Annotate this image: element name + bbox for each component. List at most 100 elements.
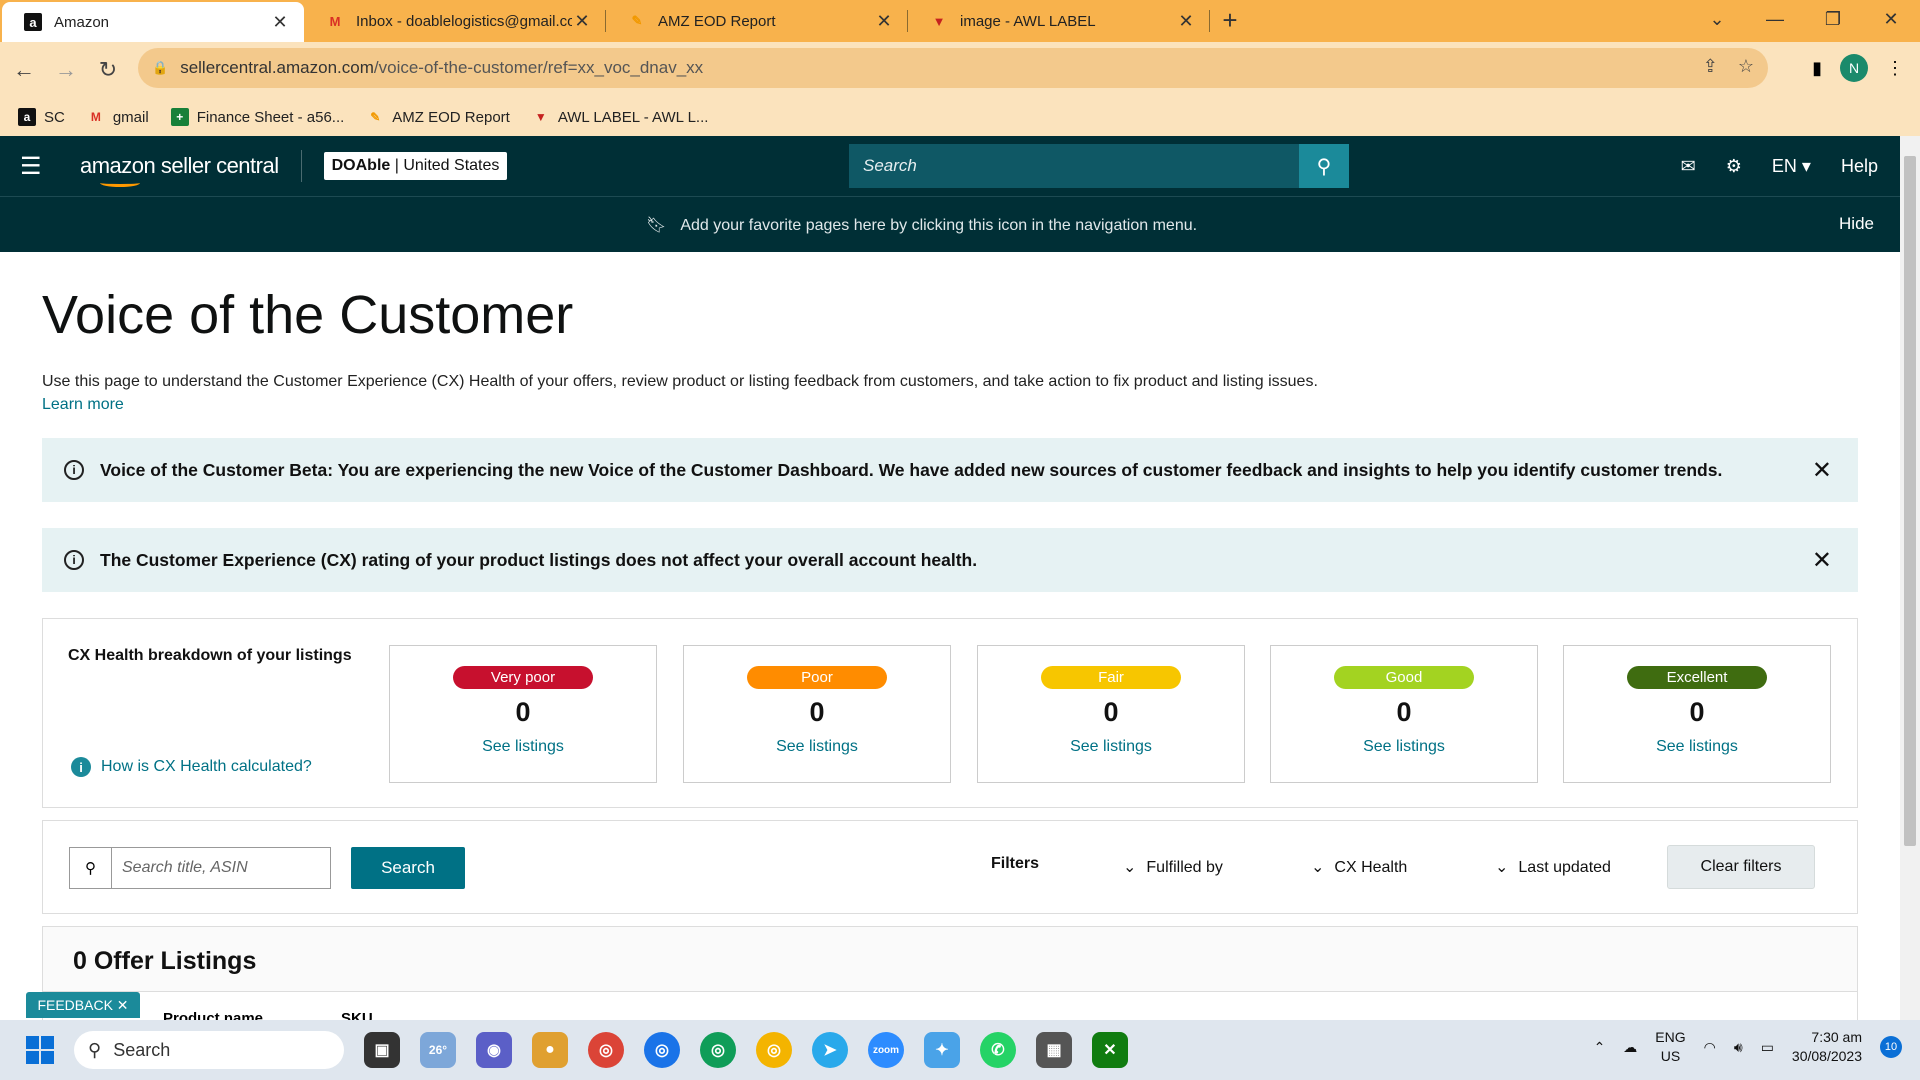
tab-search-icon[interactable]: ⌄ xyxy=(1688,0,1746,40)
weather-icon[interactable]: 26° xyxy=(420,1032,456,1068)
hamburger-menu-icon[interactable]: ☰ xyxy=(20,152,50,181)
window-close-icon[interactable]: ✕ xyxy=(1862,0,1920,40)
clear-filters-button[interactable]: Clear filters xyxy=(1667,845,1815,889)
clock[interactable]: 7:30 am 30/08/2023 xyxy=(1792,1028,1862,1066)
chrome-icon[interactable]: ◎ xyxy=(756,1032,792,1068)
wifi-icon[interactable]: ◠ xyxy=(1704,1039,1716,1056)
bookmark-gmail[interactable]: Mgmail xyxy=(87,108,149,126)
tab-awl-label[interactable]: ▼ image - AWL LABEL ✕ xyxy=(908,0,1210,42)
chrome-icon[interactable]: ◎ xyxy=(700,1032,736,1068)
close-tab-icon[interactable]: ✕ xyxy=(874,11,894,32)
url-bar[interactable]: 🔒 sellercentral.amazon.com/voice-of-the-… xyxy=(138,48,1768,88)
last-updated-dropdown[interactable]: ⌄ Last updated xyxy=(1495,857,1611,877)
store-switcher[interactable]: DOAble | United States xyxy=(323,152,508,180)
close-icon[interactable]: ✕ xyxy=(1812,546,1832,575)
main-content: Voice of the Customer Use this page to u… xyxy=(0,252,1900,1020)
bookmark-amz-eod[interactable]: ✎ AMZ EOD Report xyxy=(366,108,510,126)
windows-start-icon[interactable] xyxy=(26,1036,54,1064)
restore-icon[interactable]: ❐ xyxy=(1804,0,1862,40)
awl-icon: ▼ xyxy=(534,110,547,124)
share-icon[interactable]: ⇪ xyxy=(1703,56,1718,77)
lock-icon[interactable]: 🔒 xyxy=(152,60,168,76)
close-tab-icon[interactable]: ✕ xyxy=(1176,11,1196,32)
bookmark-label: AWL LABEL - AWL L... xyxy=(557,108,709,126)
minimize-icon[interactable]: — xyxy=(1746,0,1804,40)
chrome-icon[interactable]: ◎ xyxy=(588,1032,624,1068)
cx-count: 0 xyxy=(809,697,825,727)
gear-icon[interactable]: ⚙ xyxy=(1726,156,1742,177)
profile-avatar[interactable]: N xyxy=(1840,54,1868,82)
feedback-button[interactable]: FEEDBACK ✕ xyxy=(26,992,140,1018)
seller-central-logo[interactable]: amazon seller central xyxy=(80,153,279,187)
forward-icon[interactable]: → xyxy=(48,57,84,83)
taskbar-search[interactable]: ⚲ Search xyxy=(74,1031,344,1069)
teams-icon[interactable]: ◉ xyxy=(476,1032,512,1068)
cx-health-help-link[interactable]: i How is CX Health calculated? xyxy=(71,757,312,777)
search-input[interactable]: Search title, ASIN xyxy=(112,848,248,888)
back-icon[interactable]: ← xyxy=(6,57,42,83)
volume-icon[interactable]: 🔊︎ xyxy=(1734,1039,1743,1056)
col-product-name[interactable]: Product name xyxy=(163,1010,263,1020)
hide-favorites-button[interactable]: Hide xyxy=(1839,214,1874,234)
whatsapp-icon[interactable]: ✆ xyxy=(980,1032,1016,1068)
chevron-down-icon: ⌄ xyxy=(1123,859,1137,876)
time: 7:30 am xyxy=(1811,1029,1862,1045)
battery-icon[interactable]: ▭ xyxy=(1761,1039,1774,1056)
cx-health-breakdown: CX Health breakdown of your listings i Ho… xyxy=(42,618,1858,808)
cx-card-very-poor: Very poor 0 See listings xyxy=(389,645,657,783)
task-view-icon[interactable]: ▣ xyxy=(364,1032,400,1068)
cx-health-title: CX Health breakdown of your listings xyxy=(68,647,352,664)
fulfilled-by-dropdown[interactable]: ⌄ Fulfilled by xyxy=(1123,857,1223,877)
bookmark-star-icon[interactable]: ☆ xyxy=(1738,56,1754,77)
help-link[interactable]: Help xyxy=(1841,156,1878,177)
tab-title: Amazon xyxy=(54,13,110,31)
header-search-button[interactable]: ⚲ xyxy=(1299,144,1349,188)
info-icon: i xyxy=(64,460,84,480)
search-button[interactable]: Search xyxy=(351,847,465,889)
cloud-icon[interactable]: ☁ xyxy=(1623,1039,1637,1056)
cx-count: 0 xyxy=(1689,697,1705,727)
cx-health-dropdown[interactable]: ⌄ CX Health xyxy=(1311,857,1407,877)
app-icon[interactable]: ✦ xyxy=(924,1032,960,1068)
favorites-bar: 🔖︎ Add your favorite pages here by clicki… xyxy=(0,196,1900,252)
mail-icon[interactable]: ✉ xyxy=(1681,156,1696,177)
calculator-icon[interactable]: ▦ xyxy=(1036,1032,1072,1068)
tab-amazon[interactable]: a Amazon ✕ xyxy=(2,2,304,42)
tab-amz-eod-report[interactable]: ✎ AMZ EOD Report ✕ xyxy=(606,0,908,42)
reload-icon[interactable]: ↻ xyxy=(90,57,126,83)
intro-text: Use this page to understand the Customer… xyxy=(42,373,1318,390)
bookmarks-bar: a SC Mgmail + Finance Sheet - a56... ✎ AMZ … xyxy=(0,98,1920,136)
bookmark-awl-label[interactable]: ▼ AWL LABEL - AWL L... xyxy=(532,108,709,126)
close-tab-icon[interactable]: ✕ xyxy=(270,12,290,33)
close-tab-icon[interactable]: ✕ xyxy=(572,11,592,32)
telegram-icon[interactable]: ➤ xyxy=(812,1032,848,1068)
status-badge: Poor xyxy=(747,666,887,689)
cx-count: 0 xyxy=(1396,697,1412,727)
chrome-profile-icon[interactable]: ◎ xyxy=(644,1032,680,1068)
bookmark-label: SC xyxy=(44,108,65,126)
new-tab-icon[interactable]: + xyxy=(1210,0,1250,42)
header-search-input[interactable]: Search xyxy=(849,144,1299,188)
tab-gmail[interactable]: M Inbox - doablelogistics@gmail.co ✕ xyxy=(304,0,606,42)
close-icon[interactable]: ✕ xyxy=(1812,456,1832,485)
side-panel-icon[interactable]: ▮ xyxy=(1812,58,1822,79)
app-icon[interactable]: ● xyxy=(532,1032,568,1068)
col-sku[interactable]: SKU xyxy=(341,1010,373,1020)
bookmark-finance-sheet[interactable]: + Finance Sheet - a56... xyxy=(170,108,344,126)
zoom-icon[interactable]: zoom xyxy=(868,1032,904,1068)
see-listings-link[interactable]: See listings xyxy=(978,738,1244,756)
see-listings-link[interactable]: See listings xyxy=(1271,738,1537,756)
learn-more-link[interactable]: Learn more xyxy=(42,396,124,413)
language-indicator[interactable]: ENG US xyxy=(1655,1028,1685,1066)
page-scrollbar[interactable] xyxy=(1900,136,1920,1020)
listing-search[interactable]: ⚲ Search title, ASIN xyxy=(69,847,331,889)
xbox-icon[interactable]: ✕ xyxy=(1092,1032,1128,1068)
see-listings-link[interactable]: See listings xyxy=(390,738,656,756)
bookmark-sc[interactable]: a SC xyxy=(18,108,65,126)
chevron-up-icon[interactable]: ⌃ xyxy=(1594,1039,1606,1056)
notification-badge[interactable]: 10 xyxy=(1880,1036,1902,1058)
see-listings-link[interactable]: See listings xyxy=(684,738,950,756)
see-listings-link[interactable]: See listings xyxy=(1564,738,1830,756)
language-selector[interactable]: EN ▾ xyxy=(1772,156,1811,177)
menu-kebab-icon[interactable]: ⋮ xyxy=(1886,58,1904,79)
